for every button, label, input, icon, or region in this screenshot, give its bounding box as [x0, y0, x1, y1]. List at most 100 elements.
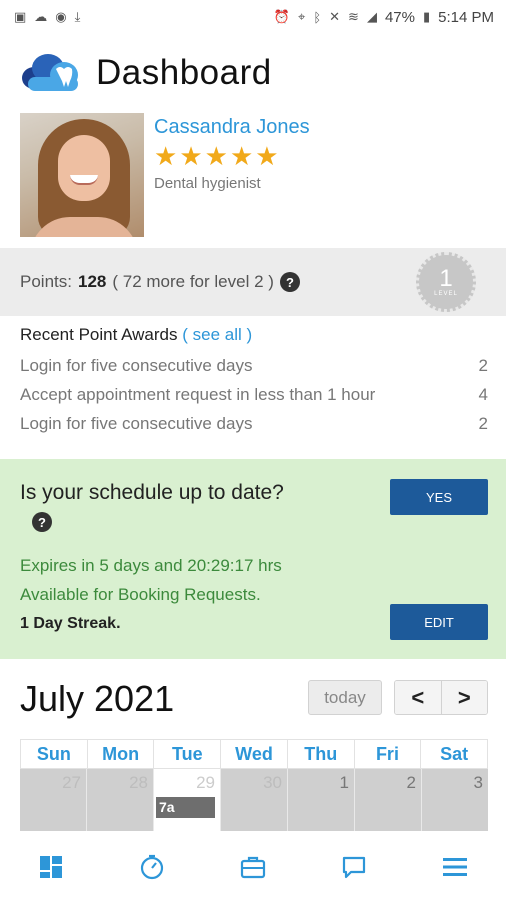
nav-dashboard[interactable]: [21, 847, 81, 887]
status-bar: ▣ ☁ ◉ ⤓ ⏰ ⌖ ᛒ ✕ ≋ ◢ 47% ▮ 5:14 PM: [0, 0, 506, 34]
star-icon: ★: [229, 141, 254, 171]
at-icon: ◉: [55, 9, 67, 24]
location-icon: ⌖: [297, 9, 306, 24]
expires-text: Expires in 5 days and 20:29:17 hrs: [20, 556, 282, 575]
nav-jobs[interactable]: [223, 847, 283, 887]
calendar-week-row: 27 28 29 7a 30 1 2 3: [20, 769, 488, 831]
calendar-month: July 2021: [20, 678, 175, 719]
star-icon: ★: [179, 141, 203, 171]
profile-name[interactable]: Cassandra Jones: [154, 116, 310, 139]
day-number: 27: [62, 773, 81, 792]
award-row: Accept appointment request in less than …: [20, 380, 488, 409]
wifi-icon: ≋: [348, 9, 359, 24]
weekday-label: Mon: [88, 740, 155, 768]
points-label: Points:: [20, 272, 72, 291]
weekday-label: Tue: [154, 740, 222, 768]
schedule-panel: Is your schedule up to date? ? YES Expir…: [0, 459, 506, 659]
nav-messages[interactable]: [324, 847, 384, 887]
clock-icon: [140, 854, 163, 879]
cloud-tooth-logo-icon: [22, 54, 78, 91]
awards-title: Recent Point Awards ( see all ): [20, 325, 488, 351]
award-label: Login for five consecutive days: [20, 355, 253, 375]
battery-icon: ▮: [422, 9, 431, 24]
calendar-nav: < >: [394, 680, 488, 715]
award-row: Login for five consecutive days 2: [20, 351, 488, 380]
image-icon: ▣: [14, 9, 27, 24]
calendar-day[interactable]: 30: [221, 769, 288, 831]
day-number: 29: [196, 773, 215, 792]
see-all-open: (: [182, 325, 188, 344]
calendar-event[interactable]: 7a: [156, 797, 215, 818]
award-points: 2: [478, 413, 488, 433]
signal-icon: ◢: [366, 9, 377, 24]
day-number: 3: [473, 773, 483, 792]
profile-role: Dental hygienist: [154, 175, 261, 192]
award-label: Accept appointment request in less than …: [20, 384, 376, 404]
see-all-close: ): [246, 325, 253, 344]
page-title: Dashboard: [96, 53, 272, 92]
menu-icon: [443, 857, 468, 876]
see-all-link[interactable]: see all: [193, 325, 242, 344]
next-month-button[interactable]: >: [440, 681, 487, 714]
briefcase-icon: [240, 856, 266, 878]
star-icon: ★: [154, 141, 178, 171]
dashboard-icon: [39, 855, 62, 878]
alarm-icon: ⏰: [273, 9, 290, 24]
profile-info: Cassandra Jones ★ ★ ★ ★ ★ Dental hygieni…: [154, 113, 310, 237]
day-number: 1: [339, 773, 349, 792]
award-points: 4: [478, 384, 488, 404]
schedule-question: Is your schedule up to date?: [20, 481, 284, 504]
points-value: 128: [77, 272, 107, 291]
today-button[interactable]: today: [308, 680, 382, 715]
level-number: 1: [439, 265, 453, 292]
calendar-day[interactable]: 27: [20, 769, 87, 831]
day-number: 2: [406, 773, 416, 792]
star-icon: ★: [255, 141, 279, 171]
status-right-icons: ⏰ ⌖ ᛒ ✕ ≋ ◢ 47% ▮ 5:14 PM: [274, 9, 494, 26]
chat-icon: [343, 856, 366, 878]
star-icon: ★: [204, 141, 228, 171]
calendar-day-today[interactable]: 29 7a: [154, 769, 221, 831]
bluetooth-icon: ᛒ: [313, 9, 322, 25]
status-left-icons: ▣ ☁ ◉ ⤓: [14, 9, 80, 25]
day-number: 28: [129, 773, 148, 792]
weekday-label: Sun: [21, 740, 88, 768]
award-points: 2: [478, 355, 488, 375]
prev-month-button[interactable]: <: [395, 681, 441, 714]
mute-icon: ✕: [329, 9, 341, 24]
streak-text: 1 Day Streak.: [20, 615, 121, 632]
weekday-label: Wed: [221, 740, 288, 768]
rating-stars: ★ ★ ★ ★ ★: [154, 143, 310, 169]
recent-awards: Recent Point Awards ( see all ) Login fo…: [20, 325, 488, 438]
nav-menu[interactable]: [425, 847, 485, 887]
clock-time: 5:14 PM: [438, 8, 494, 26]
awards-heading: Recent Point Awards: [20, 325, 178, 344]
bottom-nav: [0, 833, 506, 900]
header: Dashboard: [20, 50, 272, 96]
award-row: Login for five consecutive days 2: [20, 409, 488, 438]
battery-level: 47%: [384, 8, 415, 26]
availability-text: Available for Booking Requests.: [20, 585, 261, 604]
weekday-label: Thu: [288, 740, 355, 768]
cloud-icon: ☁: [34, 9, 48, 24]
avatar[interactable]: [20, 113, 144, 237]
download-icon: ⤓: [74, 9, 81, 24]
calendar-day[interactable]: 2: [355, 769, 422, 831]
weekday-label: Fri: [355, 740, 422, 768]
next-level-text: ( 72 more for level 2 ): [112, 272, 274, 291]
level-badge: 1 LEVEL: [416, 252, 476, 312]
calendar-day[interactable]: 3: [422, 769, 488, 831]
calendar-grid: Sun Mon Tue Wed Thu Fri Sat 27 28 29 7a …: [20, 739, 488, 831]
calendar-day[interactable]: 28: [87, 769, 154, 831]
edit-button[interactable]: EDIT: [390, 604, 488, 640]
profile-card: Cassandra Jones ★ ★ ★ ★ ★ Dental hygieni…: [20, 113, 310, 237]
level-label: LEVEL: [434, 291, 458, 297]
calendar-day[interactable]: 1: [288, 769, 355, 831]
points-help-icon[interactable]: ?: [279, 272, 300, 292]
nav-timesheet[interactable]: [122, 847, 182, 887]
points-bar: Points: 128 ( 72 more for level 2 ) ? 1 …: [0, 248, 506, 316]
day-number: 30: [263, 773, 282, 792]
schedule-help-icon[interactable]: ?: [32, 512, 52, 532]
calendar-weekday-header: Sun Mon Tue Wed Thu Fri Sat: [20, 739, 488, 769]
yes-button[interactable]: YES: [390, 479, 488, 515]
